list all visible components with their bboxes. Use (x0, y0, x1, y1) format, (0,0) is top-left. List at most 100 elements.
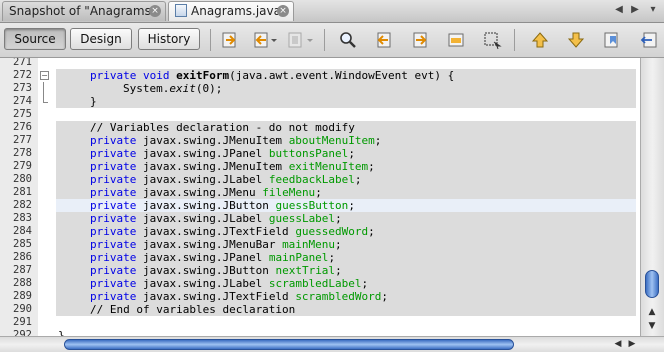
code-text: private javax.swing.JLabel guessLabel; (90, 212, 342, 225)
code-line: 283 private javax.swing.JLabel guessLabe… (0, 212, 640, 225)
find-previous-icon[interactable] (374, 30, 394, 50)
code-text: private javax.swing.JMenuItem exitMenuIt… (90, 160, 375, 173)
code-text: private javax.swing.JMenu fileMenu; (90, 186, 322, 199)
code-text: } (90, 95, 97, 108)
line-number: 280 (13, 173, 32, 185)
java-file-icon (175, 4, 187, 17)
code-line: 280 private javax.swing.JLabel feedbackL… (0, 173, 640, 186)
code-text: private javax.swing.JTextField scrambled… (90, 290, 389, 303)
code-text: private javax.swing.JTextField guessedWo… (90, 225, 375, 238)
last-edit-icon[interactable] (220, 30, 240, 50)
code-line: 288 private javax.swing.JLabel scrambled… (0, 277, 640, 290)
code-line: 271 (0, 58, 640, 69)
close-icon[interactable]: × (149, 5, 161, 17)
code-text: private javax.swing.JLabel feedbackLabel… (90, 173, 362, 186)
previous-bookmark-icon[interactable] (530, 30, 550, 50)
line-number: 277 (13, 134, 32, 146)
line-number: 291 (13, 316, 32, 328)
code-line: 287 private javax.swing.JButton nextTria… (0, 264, 640, 277)
code-text: private javax.swing.JLabel scrambledLabe… (90, 277, 369, 290)
code-line: 279 private javax.swing.JMenuItem exitMe… (0, 160, 640, 173)
fold-guide (43, 82, 44, 95)
source-button[interactable]: Source (4, 28, 66, 50)
tab-label: Anagrams.java (191, 4, 281, 18)
back-icon[interactable] (252, 30, 272, 50)
history-button[interactable]: History (138, 28, 200, 50)
line-number: 288 (13, 277, 32, 289)
line-number: 274 (13, 95, 32, 107)
fold-collapse-icon[interactable]: − (40, 71, 49, 80)
scroll-left-arrow-icon[interactable]: ◀ (612, 338, 624, 350)
find-next-icon[interactable] (410, 30, 430, 50)
line-number: 275 (13, 108, 32, 120)
code-line: 285 private javax.swing.JMenuBar mainMen… (0, 238, 640, 251)
scroll-down-arrow-icon[interactable]: ▼ (645, 320, 659, 332)
code-line: 274 } (0, 95, 640, 108)
code-line: 275 (0, 108, 640, 121)
fold-end-icon (43, 95, 48, 103)
code-line: 278 private javax.swing.JPanel buttonsPa… (0, 147, 640, 160)
shift-left-icon[interactable] (638, 30, 658, 50)
code-line: 276 // Variables declaration - do not mo… (0, 121, 640, 134)
line-number: 292 (13, 329, 32, 336)
toolbar-separator (324, 29, 325, 51)
find-icon[interactable] (338, 30, 358, 50)
tab-list-icon[interactable]: ▾ (646, 3, 660, 17)
code-text: private javax.swing.JMenuBar mainMenu; (90, 238, 342, 251)
code-comment: // End of variables declaration (90, 303, 296, 316)
horizontal-scrollbar[interactable]: ◀ ▶ (0, 336, 664, 352)
back-dropdown-icon[interactable] (270, 30, 278, 50)
vertical-scrollbar[interactable]: ▲ ▼ (640, 58, 664, 336)
code-text: private javax.swing.JMenuItem aboutMenuI… (90, 134, 382, 147)
line-number: 282 (13, 199, 32, 211)
line-number: 278 (13, 147, 32, 159)
line-number: 271 (13, 58, 32, 68)
toolbar-separator (514, 29, 515, 51)
close-icon[interactable]: × (277, 5, 289, 17)
code-text: private javax.swing.JButton nextTrial; (90, 264, 342, 277)
editor-tab-bar: Snapshot of "Anagrams" × Anagrams.java ×… (0, 0, 664, 23)
code-text: private javax.swing.JPanel buttonsPanel; (90, 147, 355, 160)
line-number: 273 (13, 82, 32, 94)
code-line: 284 private javax.swing.JTextField guess… (0, 225, 640, 238)
code-line: 286 private javax.swing.JPanel mainPanel… (0, 251, 640, 264)
line-number: 272 (13, 69, 32, 81)
vertical-scroll-thumb[interactable] (645, 270, 659, 298)
scroll-tabs-right-icon[interactable]: ▶ (628, 3, 642, 17)
forward-dropdown-icon[interactable] (306, 30, 314, 50)
code-line: 290 // End of variables declaration (0, 303, 640, 316)
line-number: 284 (13, 225, 32, 237)
line-number: 281 (13, 186, 32, 198)
code-text: System.exit(0); (123, 82, 223, 95)
forward-icon[interactable] (286, 30, 306, 50)
scroll-right-arrow-icon[interactable]: ▶ (626, 338, 638, 350)
scroll-up-arrow-icon[interactable]: ▲ (645, 306, 659, 318)
scroll-tabs-left-icon[interactable]: ◀ (612, 3, 626, 17)
next-bookmark-icon[interactable] (566, 30, 586, 50)
line-number: 285 (13, 238, 32, 250)
code-text: private javax.swing.JPanel mainPanel; (90, 251, 336, 264)
code-line: 289 private javax.swing.JTextField scram… (0, 290, 640, 303)
horizontal-scroll-thumb[interactable] (64, 339, 514, 350)
tab-anagrams-java[interactable]: Anagrams.java × (168, 1, 294, 21)
line-number: 283 (13, 212, 32, 224)
line-number: 289 (13, 290, 32, 302)
line-number: 290 (13, 303, 32, 315)
tab-snapshot-anagrams[interactable]: Snapshot of "Anagrams" × (2, 1, 166, 21)
code-line-current: 282 private javax.swing.JButton guessBut… (0, 199, 640, 212)
editor-toolbar: Source Design History (0, 23, 664, 58)
code-text: } (58, 329, 65, 336)
code-comment: // Variables declaration - do not modify (90, 121, 355, 134)
toggle-bookmark-icon[interactable] (602, 30, 622, 50)
code-line: 273 System.exit(0); (0, 82, 640, 95)
tab-label: Snapshot of "Anagrams" (9, 4, 157, 18)
code-editor[interactable]: 271 272 − private void exitForm(java.awt… (0, 58, 640, 336)
toolbar-separator (210, 29, 211, 51)
code-text: private void exitForm(java.awt.event.Win… (90, 69, 455, 82)
guarded-block (56, 95, 636, 108)
design-button[interactable]: Design (70, 28, 132, 50)
code-line: 272 − private void exitForm(java.awt.eve… (0, 69, 640, 82)
toggle-rectangular-selection-icon[interactable] (482, 30, 502, 50)
line-number: 279 (13, 160, 32, 172)
toggle-highlight-icon[interactable] (446, 30, 466, 50)
